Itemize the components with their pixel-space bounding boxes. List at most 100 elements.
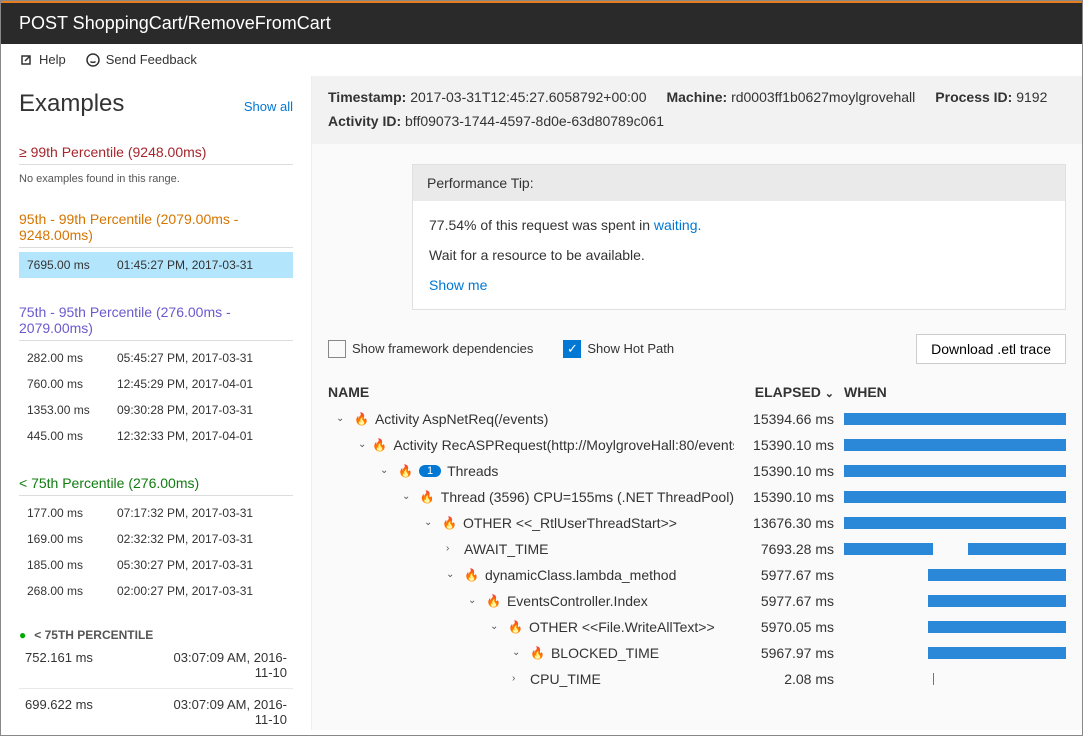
percentile-75-header[interactable]: 75th - 95th Percentile (276.00ms - 2079.… (19, 300, 293, 341)
when-bar (844, 465, 1066, 477)
example-ms: 268.00 ms (27, 584, 117, 598)
col-when-header[interactable]: WHEN (844, 384, 1066, 400)
show-me-link[interactable]: Show me (429, 277, 487, 293)
percentile-under-header[interactable]: < 75th Percentile (276.00ms) (19, 471, 293, 496)
tree-row[interactable]: ⌄ 🔥 Thread (3596) CPU=155ms (.NET Thread… (328, 484, 1066, 510)
show-all-link[interactable]: Show all (244, 99, 293, 114)
when-bar (844, 517, 1066, 529)
example-ms: 282.00 ms (27, 351, 117, 365)
tree-row[interactable]: ⌄ 🔥 dynamicClass.lambda_method 5977.67 m… (328, 562, 1066, 588)
example-row[interactable]: 268.00 ms02:00:27 PM, 2017-03-31 (19, 578, 293, 604)
tree-row-elapsed: 15394.66 ms (734, 411, 844, 427)
tree-row-label: OTHER <<_RtlUserThreadStart>> (463, 515, 677, 531)
tree-row[interactable]: ⌄ 🔥1 Threads 15390.10 ms (328, 458, 1066, 484)
tree-row-elapsed: 2.08 ms (734, 671, 844, 687)
hotpath-label: Show Hot Path (587, 341, 674, 356)
flame-icon: 🔥 (464, 568, 479, 582)
tree-row[interactable]: ⌄ 🔥 BLOCKED_TIME 5967.97 ms (328, 640, 1066, 666)
example-ts: 12:45:29 PM, 2017-04-01 (117, 377, 285, 391)
tree-row-elapsed: 7693.28 ms (734, 541, 844, 557)
chevron-icon[interactable]: ⌄ (402, 491, 414, 502)
smile-icon (86, 53, 100, 67)
tree-row-label: CPU_TIME (530, 671, 601, 687)
flame-icon: 🔥 (372, 438, 387, 452)
chevron-icon[interactable]: ⌄ (512, 647, 524, 658)
tree-row-elapsed: 5970.05 ms (734, 619, 844, 635)
percentile-99-header[interactable]: ≥ 99th Percentile (9248.00ms) (19, 140, 293, 165)
sort-icon: ⌄ (825, 388, 834, 400)
detail-ts: 03:07:09 AM, 2016-11-10 (165, 650, 287, 680)
timestamp-label: Timestamp: (328, 89, 406, 105)
machine-label: Machine: (666, 89, 727, 105)
feedback-label: Send Feedback (106, 52, 197, 67)
tree-row-when (844, 673, 1066, 685)
tree-row[interactable]: ⌄ 🔥 OTHER <<_RtlUserThreadStart>> 13676.… (328, 510, 1066, 536)
chevron-icon[interactable]: ⌄ (468, 595, 480, 606)
when-bar (928, 595, 1066, 607)
tree-row-label: Thread (3596) CPU=155ms (.NET ThreadPool… (441, 489, 734, 505)
when-bar (844, 439, 1066, 451)
tree-row-when (844, 647, 1066, 659)
tree-row[interactable]: › CPU_TIME 2.08 ms (328, 666, 1066, 692)
detail-row[interactable]: 699.622 ms03:07:09 AM, 2016-11-10 (19, 689, 293, 730)
example-ts: 12:32:33 PM, 2017-04-01 (117, 429, 285, 443)
example-ms: 445.00 ms (27, 429, 117, 443)
example-row[interactable]: 185.00 ms05:30:27 PM, 2017-03-31 (19, 552, 293, 578)
tree-row-elapsed: 5967.97 ms (734, 645, 844, 661)
feedback-button[interactable]: Send Feedback (86, 52, 197, 67)
when-bar (844, 491, 1066, 503)
when-bar (844, 413, 1066, 425)
chevron-icon[interactable]: › (446, 543, 458, 554)
tree-row-when (844, 517, 1066, 529)
performance-tip-box: Performance Tip: 77.54% of this request … (412, 164, 1066, 310)
example-row[interactable]: 282.00 ms05:45:27 PM, 2017-03-31 (19, 345, 293, 371)
waiting-link[interactable]: waiting. (654, 217, 701, 233)
col-elapsed-header[interactable]: ELAPSED ⌄ (734, 384, 844, 400)
flame-icon: 🔥 (420, 490, 435, 504)
tree-row[interactable]: ⌄ 🔥 OTHER <<File.WriteAllText>> 5970.05 … (328, 614, 1066, 640)
pid-value: 9192 (1016, 89, 1047, 105)
tree-row[interactable]: ⌄ 🔥 EventsController.Index 5977.67 ms (328, 588, 1066, 614)
example-row[interactable]: 177.00 ms07:17:32 PM, 2017-03-31 (19, 500, 293, 526)
chevron-icon[interactable]: › (512, 673, 524, 684)
when-bar (928, 569, 1066, 581)
tree-row-when (844, 491, 1066, 503)
chevron-icon[interactable]: ⌄ (380, 465, 392, 476)
chevron-icon[interactable]: ⌄ (358, 439, 366, 450)
col-name-header[interactable]: NAME (328, 384, 734, 400)
example-ms: 760.00 ms (27, 377, 117, 391)
chevron-icon[interactable]: ⌄ (490, 621, 502, 632)
detail-ms: 699.622 ms (25, 697, 165, 727)
pid-label: Process ID: (935, 89, 1012, 105)
example-row[interactable]: 169.00 ms02:32:32 PM, 2017-03-31 (19, 526, 293, 552)
tree-row[interactable]: ⌄ 🔥 Activity AspNetReq(/events) 15394.66… (328, 406, 1066, 432)
hotpath-checkbox[interactable]: ✓ Show Hot Path (563, 340, 674, 358)
example-row[interactable]: 445.00 ms12:32:33 PM, 2017-04-01 (19, 423, 293, 449)
chevron-icon[interactable]: ⌄ (446, 569, 458, 580)
tree-row-when (844, 413, 1066, 425)
example-row[interactable]: 7695.00 ms01:45:27 PM, 2017-03-31 (19, 252, 293, 278)
tree-row[interactable]: ⌄ 🔥 Activity RecASPRequest(http://Moylgr… (328, 432, 1066, 458)
tree-row[interactable]: › AWAIT_TIME 7693.28 ms (328, 536, 1066, 562)
example-row[interactable]: 760.00 ms12:45:29 PM, 2017-04-01 (19, 371, 293, 397)
external-link-icon (19, 53, 33, 67)
example-row[interactable]: 1353.00 ms09:30:28 PM, 2017-03-31 (19, 397, 293, 423)
activity-label: Activity ID: (328, 113, 401, 129)
when-bar (928, 647, 1066, 659)
flame-icon: 🔥 (530, 646, 545, 660)
flame-icon: 🔥 (442, 516, 457, 530)
example-ts: 02:32:32 PM, 2017-03-31 (117, 532, 285, 546)
tip-line2: Wait for a resource to be available. (429, 247, 1049, 263)
chevron-icon[interactable]: ⌄ (424, 517, 436, 528)
example-ms: 177.00 ms (27, 506, 117, 520)
flame-icon: 🔥 (486, 594, 501, 608)
help-button[interactable]: Help (19, 52, 66, 67)
framework-checkbox[interactable]: Show framework dependencies (328, 340, 533, 358)
framework-label: Show framework dependencies (352, 341, 533, 356)
tree-row-label: Threads (447, 463, 498, 479)
detail-row[interactable]: 752.161 ms03:07:09 AM, 2016-11-10 (19, 642, 293, 689)
percentile-95-header[interactable]: 95th - 99th Percentile (2079.00ms - 9248… (19, 207, 293, 248)
download-trace-button[interactable]: Download .etl trace (916, 334, 1066, 364)
chevron-icon[interactable]: ⌄ (336, 413, 348, 424)
call-tree-grid: NAME ELAPSED ⌄ WHEN ⌄ 🔥 Activity AspNetR… (312, 378, 1082, 692)
